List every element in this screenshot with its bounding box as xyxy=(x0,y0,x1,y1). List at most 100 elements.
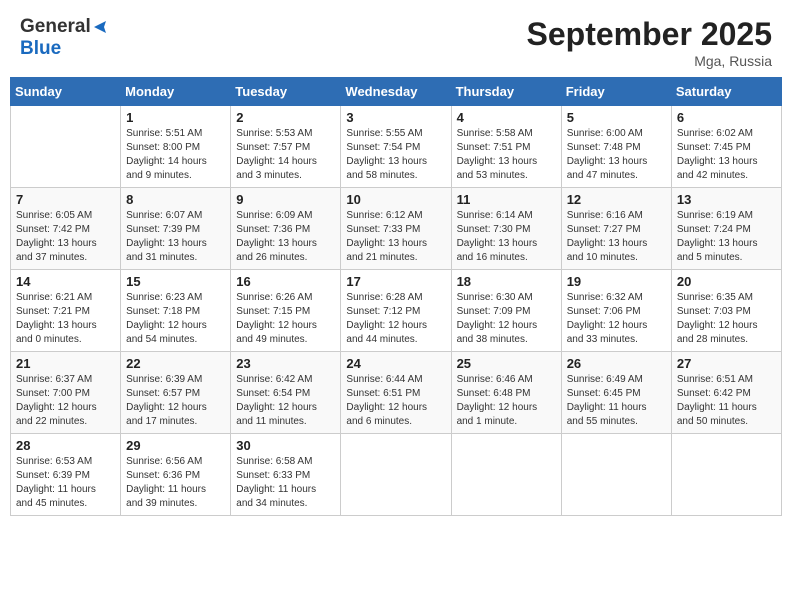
day-number: 9 xyxy=(236,192,335,207)
header-saturday: Saturday xyxy=(671,78,781,106)
calendar-cell: 4 Sunrise: 5:58 AM Sunset: 7:51 PM Daylig… xyxy=(451,106,561,188)
day-number: 7 xyxy=(16,192,115,207)
day-info: Sunrise: 6:07 AM Sunset: 7:39 PM Dayligh… xyxy=(126,209,225,265)
day-number: 27 xyxy=(677,356,776,371)
day-info: Sunrise: 6:19 AM Sunset: 7:24 PM Dayligh… xyxy=(677,209,776,265)
day-number: 3 xyxy=(346,110,445,125)
calendar-cell: 8 Sunrise: 6:07 AM Sunset: 7:39 PM Daylig… xyxy=(121,188,231,270)
day-number: 8 xyxy=(126,192,225,207)
calendar-cell: 13 Sunrise: 6:19 AM Sunset: 7:24 PM Dayli… xyxy=(671,188,781,270)
day-info: Sunrise: 6:05 AM Sunset: 7:42 PM Dayligh… xyxy=(16,209,115,265)
day-info: Sunrise: 5:55 AM Sunset: 7:54 PM Dayligh… xyxy=(346,127,445,183)
day-number: 19 xyxy=(567,274,666,289)
calendar-week-row: 7 Sunrise: 6:05 AM Sunset: 7:42 PM Daylig… xyxy=(11,188,782,270)
header-wednesday: Wednesday xyxy=(341,78,451,106)
day-info: Sunrise: 6:53 AM Sunset: 6:39 PM Dayligh… xyxy=(16,455,115,511)
day-info: Sunrise: 6:44 AM Sunset: 6:51 PM Dayligh… xyxy=(346,373,445,429)
day-number: 14 xyxy=(16,274,115,289)
calendar-cell xyxy=(451,434,561,516)
day-number: 5 xyxy=(567,110,666,125)
day-info: Sunrise: 6:00 AM Sunset: 7:48 PM Dayligh… xyxy=(567,127,666,183)
calendar-week-row: 21 Sunrise: 6:37 AM Sunset: 7:00 PM Dayli… xyxy=(11,352,782,434)
day-info: Sunrise: 6:32 AM Sunset: 7:06 PM Dayligh… xyxy=(567,291,666,347)
calendar-cell: 7 Sunrise: 6:05 AM Sunset: 7:42 PM Daylig… xyxy=(11,188,121,270)
calendar-cell: 25 Sunrise: 6:46 AM Sunset: 6:48 PM Dayli… xyxy=(451,352,561,434)
calendar-cell: 30 Sunrise: 6:58 AM Sunset: 6:33 PM Dayli… xyxy=(231,434,341,516)
header-sunday: Sunday xyxy=(11,78,121,106)
day-number: 1 xyxy=(126,110,225,125)
calendar-cell xyxy=(561,434,671,516)
calendar-cell: 27 Sunrise: 6:51 AM Sunset: 6:42 PM Dayli… xyxy=(671,352,781,434)
day-info: Sunrise: 6:28 AM Sunset: 7:12 PM Dayligh… xyxy=(346,291,445,347)
day-number: 15 xyxy=(126,274,225,289)
day-info: Sunrise: 6:21 AM Sunset: 7:21 PM Dayligh… xyxy=(16,291,115,347)
logo-blue: Blue xyxy=(20,38,61,59)
calendar-table: SundayMondayTuesdayWednesdayThursdayFrid… xyxy=(10,77,782,516)
day-number: 22 xyxy=(126,356,225,371)
day-number: 30 xyxy=(236,438,335,453)
day-info: Sunrise: 6:39 AM Sunset: 6:57 PM Dayligh… xyxy=(126,373,225,429)
day-info: Sunrise: 6:23 AM Sunset: 7:18 PM Dayligh… xyxy=(126,291,225,347)
calendar-cell: 23 Sunrise: 6:42 AM Sunset: 6:54 PM Dayli… xyxy=(231,352,341,434)
day-info: Sunrise: 6:12 AM Sunset: 7:33 PM Dayligh… xyxy=(346,209,445,265)
calendar-cell: 12 Sunrise: 6:16 AM Sunset: 7:27 PM Dayli… xyxy=(561,188,671,270)
calendar-cell: 3 Sunrise: 5:55 AM Sunset: 7:54 PM Daylig… xyxy=(341,106,451,188)
day-info: Sunrise: 6:51 AM Sunset: 6:42 PM Dayligh… xyxy=(677,373,776,429)
calendar-cell: 10 Sunrise: 6:12 AM Sunset: 7:33 PM Dayli… xyxy=(341,188,451,270)
calendar-cell: 29 Sunrise: 6:56 AM Sunset: 6:36 PM Dayli… xyxy=(121,434,231,516)
day-info: Sunrise: 6:58 AM Sunset: 6:33 PM Dayligh… xyxy=(236,455,335,511)
calendar-cell xyxy=(11,106,121,188)
day-info: Sunrise: 6:14 AM Sunset: 7:30 PM Dayligh… xyxy=(457,209,556,265)
day-info: Sunrise: 6:37 AM Sunset: 7:00 PM Dayligh… xyxy=(16,373,115,429)
calendar-cell xyxy=(671,434,781,516)
day-number: 10 xyxy=(346,192,445,207)
day-info: Sunrise: 6:09 AM Sunset: 7:36 PM Dayligh… xyxy=(236,209,335,265)
header-tuesday: Tuesday xyxy=(231,78,341,106)
page-header: General Blue September 2025 Mga, Russia xyxy=(10,10,782,69)
day-number: 28 xyxy=(16,438,115,453)
day-number: 13 xyxy=(677,192,776,207)
location: Mga, Russia xyxy=(527,53,772,69)
day-info: Sunrise: 6:26 AM Sunset: 7:15 PM Dayligh… xyxy=(236,291,335,347)
calendar-cell: 28 Sunrise: 6:53 AM Sunset: 6:39 PM Dayli… xyxy=(11,434,121,516)
day-number: 4 xyxy=(457,110,556,125)
calendar-cell: 6 Sunrise: 6:02 AM Sunset: 7:45 PM Daylig… xyxy=(671,106,781,188)
day-info: Sunrise: 6:02 AM Sunset: 7:45 PM Dayligh… xyxy=(677,127,776,183)
day-info: Sunrise: 6:35 AM Sunset: 7:03 PM Dayligh… xyxy=(677,291,776,347)
day-number: 23 xyxy=(236,356,335,371)
month-title: September 2025 xyxy=(527,16,772,53)
day-number: 6 xyxy=(677,110,776,125)
day-number: 21 xyxy=(16,356,115,371)
day-info: Sunrise: 6:56 AM Sunset: 6:36 PM Dayligh… xyxy=(126,455,225,511)
title-area: September 2025 Mga, Russia xyxy=(527,16,772,69)
calendar-cell: 11 Sunrise: 6:14 AM Sunset: 7:30 PM Dayli… xyxy=(451,188,561,270)
calendar-cell: 22 Sunrise: 6:39 AM Sunset: 6:57 PM Dayli… xyxy=(121,352,231,434)
calendar-cell: 24 Sunrise: 6:44 AM Sunset: 6:51 PM Dayli… xyxy=(341,352,451,434)
calendar-week-row: 14 Sunrise: 6:21 AM Sunset: 7:21 PM Dayli… xyxy=(11,270,782,352)
day-number: 24 xyxy=(346,356,445,371)
calendar-cell: 18Sunrise: 6:30 AM Sunset: 7:09 PM Dayli… xyxy=(451,270,561,352)
day-info: Sunrise: 5:58 AM Sunset: 7:51 PM Dayligh… xyxy=(457,127,556,183)
day-info: Sunrise: 6:16 AM Sunset: 7:27 PM Dayligh… xyxy=(567,209,666,265)
day-number: 2 xyxy=(236,110,335,125)
day-number: 17 xyxy=(346,274,445,289)
calendar-cell: 20 Sunrise: 6:35 AM Sunset: 7:03 PM Dayli… xyxy=(671,270,781,352)
day-info: Sunrise: 6:46 AM Sunset: 6:48 PM Dayligh… xyxy=(457,373,556,429)
day-number: 25 xyxy=(457,356,556,371)
day-number: 29 xyxy=(126,438,225,453)
calendar-cell: 5 Sunrise: 6:00 AM Sunset: 7:48 PM Daylig… xyxy=(561,106,671,188)
day-number: 11 xyxy=(457,192,556,207)
day-number: 12 xyxy=(567,192,666,207)
calendar-cell: 19 Sunrise: 6:32 AM Sunset: 7:06 PM Dayli… xyxy=(561,270,671,352)
header-monday: Monday xyxy=(121,78,231,106)
logo-general: General xyxy=(20,16,91,38)
day-number: 20 xyxy=(677,274,776,289)
calendar-cell xyxy=(341,434,451,516)
day-info: Sunrise: 6:42 AM Sunset: 6:54 PM Dayligh… xyxy=(236,373,335,429)
calendar-week-row: 28 Sunrise: 6:53 AM Sunset: 6:39 PM Dayli… xyxy=(11,434,782,516)
logo-plane-icon xyxy=(92,20,110,34)
calendar-cell: 9 Sunrise: 6:09 AM Sunset: 7:36 PM Daylig… xyxy=(231,188,341,270)
day-number: 16 xyxy=(236,274,335,289)
calendar-cell: 21 Sunrise: 6:37 AM Sunset: 7:00 PM Dayli… xyxy=(11,352,121,434)
calendar-cell: 15 Sunrise: 6:23 AM Sunset: 7:18 PM Dayli… xyxy=(121,270,231,352)
